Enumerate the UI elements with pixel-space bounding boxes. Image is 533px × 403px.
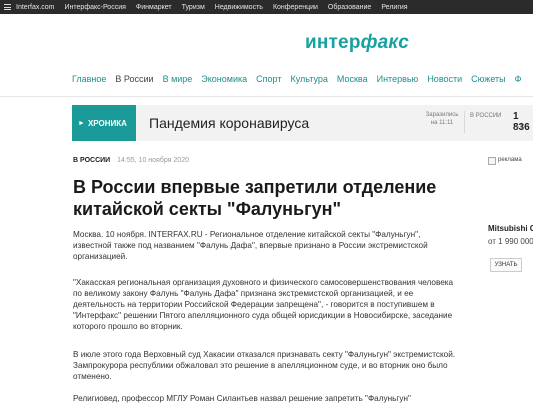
nav-item-moscow[interactable]: Москва xyxy=(337,74,368,84)
chronicle-region: В РОССИИ xyxy=(470,113,502,119)
ad-image[interactable]: реклама xyxy=(488,157,533,219)
article-headline: В России впервые запретили отделение кит… xyxy=(73,177,437,219)
chronicle-title[interactable]: Пандемия коронавируса xyxy=(149,115,309,131)
nav-item-f[interactable]: Ф xyxy=(515,74,522,84)
nav-item-sport[interactable]: Спорт xyxy=(256,74,281,84)
topbar-link-finmarket[interactable]: Финмаркет xyxy=(136,4,172,11)
article-time: 14:55, 10 ноября 2020 xyxy=(117,157,189,164)
article-paragraph: Москва. 10 ноября. INTERFAX.RU - Региона… xyxy=(73,230,428,261)
topbar-link-education[interactable]: Образование xyxy=(328,4,371,11)
main-nav: Главное В России В мире Экономика Спорт … xyxy=(72,74,530,84)
chronicle-banner[interactable]: ► ХРОНИКА Пандемия коронавируса Заразили… xyxy=(72,105,533,141)
topbar-link-conferences[interactable]: Конференции xyxy=(273,4,318,11)
chronicle-separator xyxy=(464,111,465,133)
chronicle-tag[interactable]: ► ХРОНИКА xyxy=(72,105,136,141)
menu-icon[interactable] xyxy=(4,4,11,10)
ad-price: от 1 990 000 Р xyxy=(488,237,533,246)
play-arrow-icon: ► xyxy=(78,119,85,127)
article-section[interactable]: В РОССИИ xyxy=(73,157,110,164)
nav-item-stories[interactable]: Сюжеты xyxy=(471,74,505,84)
topbar-link-interfax-com[interactable]: Interfax.com xyxy=(16,4,55,11)
topbar-link-realty[interactable]: Недвижимость xyxy=(215,4,263,11)
article-paragraph: Религиовед, профессор МГЛУ Роман Силанть… xyxy=(73,394,411,403)
topbar-link-tourism[interactable]: Туризм xyxy=(182,4,205,11)
ad-title[interactable]: Mitsubishi Ou xyxy=(488,224,533,233)
site-logo[interactable]: интерфакс xyxy=(305,32,409,54)
nav-item-russia[interactable]: В России xyxy=(115,74,153,84)
nav-item-economy[interactable]: Экономика xyxy=(201,74,247,84)
broken-image-icon xyxy=(488,157,496,165)
nav-item-world[interactable]: В мире xyxy=(163,74,193,84)
nav-item-news[interactable]: Новости xyxy=(427,74,462,84)
nav-divider xyxy=(0,96,533,97)
ad-learn-more-button[interactable]: УЗНАТЬ xyxy=(490,258,522,272)
ad-image-alt: реклама xyxy=(498,157,522,163)
topbar-link-interfax-russia[interactable]: Интерфакс-Россия xyxy=(65,4,126,11)
chronicle-stats-label: Заразились на 11:11 xyxy=(425,112,459,126)
logo-part1: интер xyxy=(305,32,361,53)
nav-item-interview[interactable]: Интервью xyxy=(377,74,419,84)
chronicle-tag-label: ХРОНИКА xyxy=(87,118,127,128)
article-paragraph: В июле этого года Верховный суд Хакасии … xyxy=(73,350,456,381)
chronicle-delta: +1 xyxy=(515,124,523,131)
nav-item-culture[interactable]: Культура xyxy=(290,74,327,84)
topbar-link-religion[interactable]: Религия xyxy=(381,4,407,11)
nav-item-main[interactable]: Главное xyxy=(72,74,106,84)
top-bar: Interfax.com Интерфакс-Россия Финмаркет … xyxy=(0,0,533,14)
article-meta: В РОССИИ 14:55, 10 ноября 2020 xyxy=(73,157,189,164)
article-paragraph: "Хакасская региональная организация духо… xyxy=(73,278,454,331)
logo-part2: факс xyxy=(360,32,410,53)
